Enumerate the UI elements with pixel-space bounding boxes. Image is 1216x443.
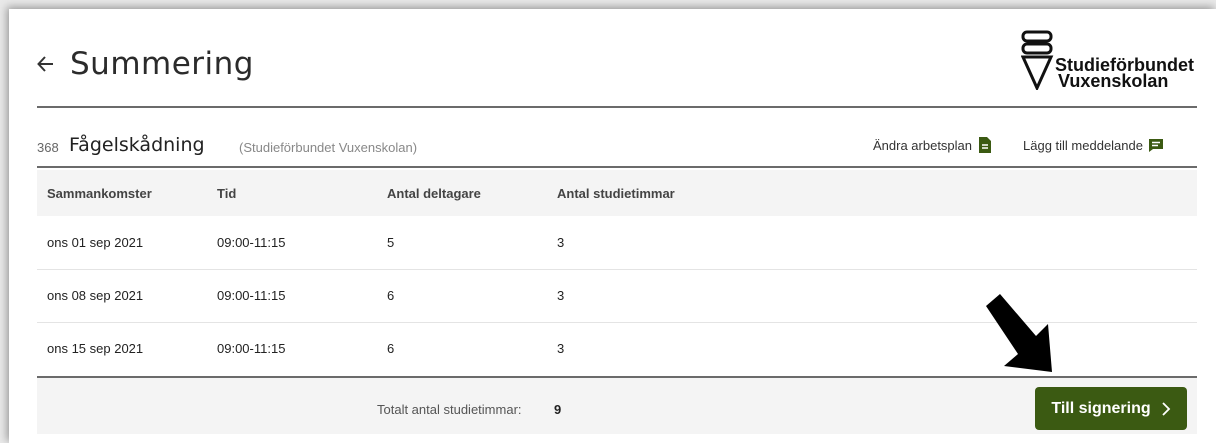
course-number: 368 <box>37 140 59 155</box>
meeting-time: 09:00-11:15 <box>217 341 286 357</box>
meeting-time: 09:00-11:15 <box>217 288 286 303</box>
to-signing-button[interactable]: Till signering <box>1035 387 1187 430</box>
meeting-date: ons 01 sep 2021 <box>47 234 144 250</box>
participant-count: 6 <box>387 288 395 303</box>
table-header-row: Sammankomster Tid Antal deltagare Antal … <box>37 170 1197 216</box>
logo-line-2: Vuxenskolan <box>1058 71 1169 91</box>
study-hours: 3 <box>557 234 565 250</box>
message-icon <box>1148 139 1163 152</box>
edit-workplan-link[interactable]: Ändra arbetsplan <box>873 137 992 153</box>
course-name: Fågelskådning <box>69 134 205 156</box>
column-header: Tid <box>217 185 237 201</box>
page-header: Summering Studieförbundet Vuxenskolan <box>37 30 1197 108</box>
add-message-label: Lägg till meddelande <box>1023 137 1143 153</box>
logo: Studieförbundet Vuxenskolan <box>1021 30 1211 96</box>
document-icon <box>979 137 992 153</box>
to-signing-label: Till signering <box>1051 399 1151 417</box>
column-header: Antal studietimmar <box>557 185 675 201</box>
meeting-time: 09:00-11:15 <box>217 234 286 250</box>
table-row: ons 01 sep 2021 09:00-11:15 5 3 <box>37 216 1197 269</box>
add-message-link[interactable]: Lägg till meddelande <box>1023 137 1163 153</box>
pointer-arrow-icon <box>986 294 1052 372</box>
course-organization: (Studieförbundet Vuxenskolan) <box>239 140 418 155</box>
logo-text: Studieförbundet Vuxenskolan <box>1055 56 1194 91</box>
column-header: Antal deltagare <box>387 185 481 201</box>
meeting-date: ons 08 sep 2021 <box>47 288 144 303</box>
total-hours-value: 9 <box>554 402 562 417</box>
study-hours: 3 <box>557 288 565 303</box>
page-title: Summering <box>70 46 254 82</box>
total-hours-label: Totalt antal studietimmar: <box>377 402 522 417</box>
arrow-left-icon[interactable] <box>37 52 55 76</box>
column-header: Sammankomster <box>47 185 152 201</box>
edit-workplan-label: Ändra arbetsplan <box>873 137 973 153</box>
meeting-date: ons 15 sep 2021 <box>47 341 144 357</box>
chevron-right-icon <box>1162 401 1170 416</box>
study-hours: 3 <box>557 341 565 357</box>
summary-footer: Totalt antal studietimmar: 9 Till signer… <box>37 376 1197 434</box>
participant-count: 5 <box>387 234 395 250</box>
participant-count: 6 <box>387 341 395 357</box>
course-bar: 368 Fågelskådning (Studieförbundet Vuxen… <box>37 124 1197 168</box>
logo-mark-icon <box>1021 30 1054 90</box>
